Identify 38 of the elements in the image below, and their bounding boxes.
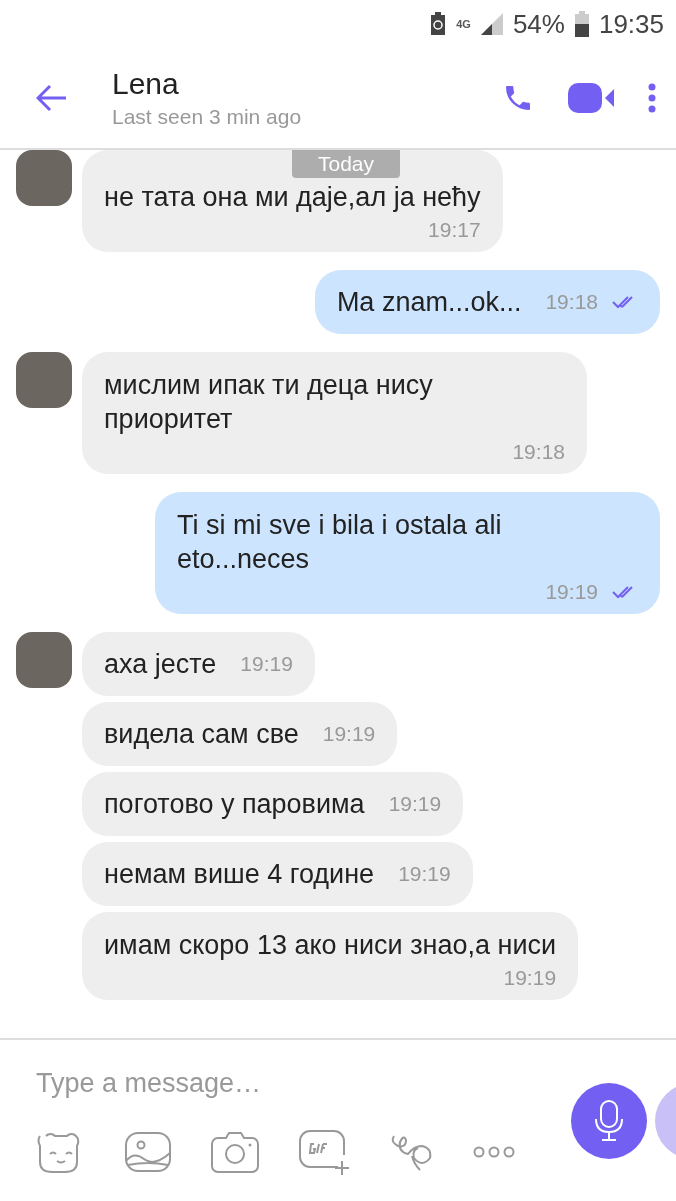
message-text: поготово у паровима [104,788,365,821]
contact-name: Lena [112,67,180,101]
message-text: аха јесте [104,648,217,681]
image-icon[interactable] [124,1131,172,1173]
back-button[interactable] [36,84,68,112]
avatar[interactable] [16,632,72,688]
battery-percent: 54% [512,8,565,40]
signal-icon [480,13,503,35]
message-text: Ti si mi sve i bila i ostala ali eto...neces [177,509,503,576]
message-text: видела сам све [104,718,299,751]
gif-icon[interactable] [298,1129,352,1175]
message-text: Ma znam...ok... [336,286,522,319]
camera-icon[interactable] [210,1130,260,1174]
avatar[interactable] [16,352,72,408]
message-text: не тата она ми даје,ал ја нећу [104,181,481,214]
battery-saver-icon [430,12,447,36]
message-time: 19:19 [398,862,451,886]
message-text: имам скоро 13 ако ниси знао,а ниси [104,929,557,962]
message-time: 19:17 [428,218,481,242]
avatar[interactable] [16,150,72,206]
video-call-button[interactable] [568,83,614,113]
network-type: 4G [456,18,471,30]
more-options-icon[interactable] [472,1145,516,1159]
message-time: 19:18 [545,290,598,314]
message-time: 19:19 [388,792,442,816]
more-menu-button[interactable] [648,83,656,113]
battery-icon [574,11,589,37]
message-text: мислим ипак ти деца нису приоритет [104,369,434,436]
message-time: 19:19 [240,652,293,676]
microphone-icon [594,1099,624,1143]
last-seen: Last seen 3 min ago [112,105,303,129]
message-time: 19:19 [322,722,376,746]
message-time: 19:19 [545,580,598,604]
message-time: 19:19 [503,966,557,990]
date-badge: Today [292,150,400,178]
clock: 19:35 [598,8,664,40]
message-text: немам више 4 године [104,858,375,891]
message-time: 19:18 [512,440,565,464]
